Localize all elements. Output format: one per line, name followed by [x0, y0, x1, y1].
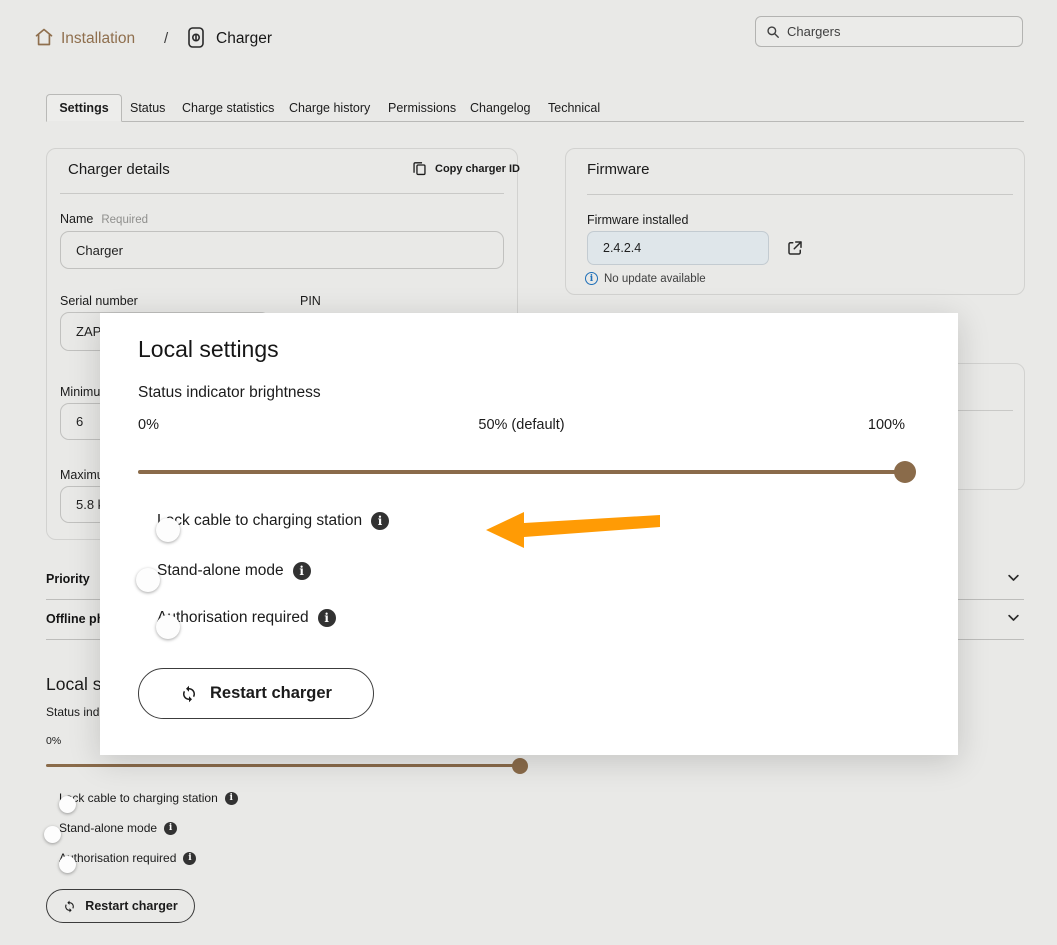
toggle-row-standalone-bg: Stand-alone mode i	[46, 821, 177, 835]
pin-label: PIN	[300, 294, 321, 308]
overlay-title: Local settings	[138, 336, 279, 363]
name-required-hint: Required	[101, 214, 148, 226]
firmware-version-value: 2.4.2.4	[603, 241, 641, 255]
blue-info-icon: i	[585, 272, 598, 285]
info-icon[interactable]: i	[183, 852, 196, 865]
toggle-row-lock-cable: Lock cable to charging station i	[138, 512, 389, 530]
restart-charger-button[interactable]: Restart charger	[138, 668, 374, 719]
search-box[interactable]	[755, 16, 1023, 47]
name-label-row: Name Required	[60, 212, 148, 226]
firmware-divider	[587, 194, 1013, 195]
breadcrumb-installation[interactable]: Installation	[61, 30, 135, 48]
info-icon[interactable]: i	[225, 792, 238, 805]
card-divider	[60, 193, 504, 194]
restart-charger-label: Restart charger	[210, 684, 332, 703]
chevron-down-icon[interactable]	[1006, 610, 1021, 630]
chevron-down-icon[interactable]	[1006, 570, 1021, 590]
annotation-arrow-icon	[484, 503, 662, 556]
toggle-row-standalone: Stand-alone mode i	[138, 562, 311, 580]
firmware-title: Firmware	[587, 161, 650, 178]
overlay-slider-max: 100%	[138, 417, 905, 433]
sync-icon	[180, 685, 198, 703]
tab-changelog[interactable]: Changelog	[466, 94, 534, 122]
search-icon	[766, 25, 780, 39]
tab-charge-statistics[interactable]: Charge statistics	[178, 94, 278, 122]
restart-charger-label: Restart charger	[85, 899, 177, 913]
tab-permissions[interactable]: Permissions	[384, 94, 460, 122]
firmware-version-field: 2.4.2.4	[587, 231, 769, 265]
tab-technical[interactable]: Technical	[544, 94, 604, 122]
firmware-update-status: i No update available	[585, 272, 706, 285]
toggle-row-lock-cable-bg: Lock cable to charging station i	[46, 791, 238, 805]
tab-charge-history[interactable]: Charge history	[285, 94, 374, 122]
toggle-row-authorisation-bg: Authorisation required i	[46, 851, 196, 865]
serial-number-label: Serial number	[60, 294, 138, 308]
slider-thumb[interactable]	[894, 461, 916, 483]
minimum-value: 6	[76, 414, 83, 429]
name-value: Charger	[76, 243, 123, 258]
local-settings-overlay: Local settings Status indicator brightne…	[100, 313, 958, 755]
slider-fill	[138, 470, 905, 474]
breadcrumb-separator: /	[164, 30, 168, 47]
tab-settings[interactable]: Settings	[46, 94, 122, 122]
firmware-installed-label: Firmware installed	[587, 213, 688, 227]
info-icon[interactable]: i	[318, 609, 336, 627]
update-status-text: No update available	[604, 273, 706, 285]
accordion-offline-label: Offline ph	[46, 612, 104, 626]
sync-icon	[63, 900, 76, 913]
copy-charger-id-button[interactable]: Copy charger ID	[412, 161, 520, 177]
name-label: Name	[60, 212, 93, 226]
info-icon[interactable]: i	[164, 822, 177, 835]
restart-charger-button-bg[interactable]: Restart charger	[46, 889, 195, 923]
app-page: Installation / Charger Settings Status C…	[0, 0, 1057, 945]
tab-status[interactable]: Status	[126, 94, 169, 122]
toggle-row-authorisation: Authorisation required i	[138, 609, 336, 627]
standalone-label: Stand-alone mode	[59, 821, 157, 835]
info-icon[interactable]: i	[293, 562, 311, 580]
charger-details-title: Charger details	[68, 161, 170, 178]
slider-min-label-bg: 0%	[46, 735, 61, 747]
brightness-slider-overlay[interactable]	[138, 470, 905, 474]
accordion-priority-label: Priority	[46, 572, 90, 586]
overlay-brightness-label: Status indicator brightness	[138, 384, 321, 402]
name-input[interactable]: Charger	[60, 231, 504, 269]
copy-icon	[412, 161, 427, 177]
search-input[interactable]	[787, 24, 1012, 39]
lock-cable-label: Lock cable to charging station	[157, 512, 362, 530]
external-link-icon[interactable]	[786, 239, 804, 262]
authorisation-label: Authorisation required	[59, 851, 176, 865]
slider-thumb[interactable]	[512, 758, 528, 774]
slider-fill	[46, 764, 520, 767]
lock-cable-label: Lock cable to charging station	[59, 791, 218, 805]
breadcrumb-current: Charger	[216, 30, 272, 48]
standalone-label: Stand-alone mode	[157, 562, 284, 580]
info-icon[interactable]: i	[371, 512, 389, 530]
charger-icon	[187, 26, 205, 54]
brightness-slider-bg[interactable]	[46, 764, 994, 767]
home-icon[interactable]	[34, 27, 54, 52]
copy-charger-id-label: Copy charger ID	[435, 163, 520, 175]
